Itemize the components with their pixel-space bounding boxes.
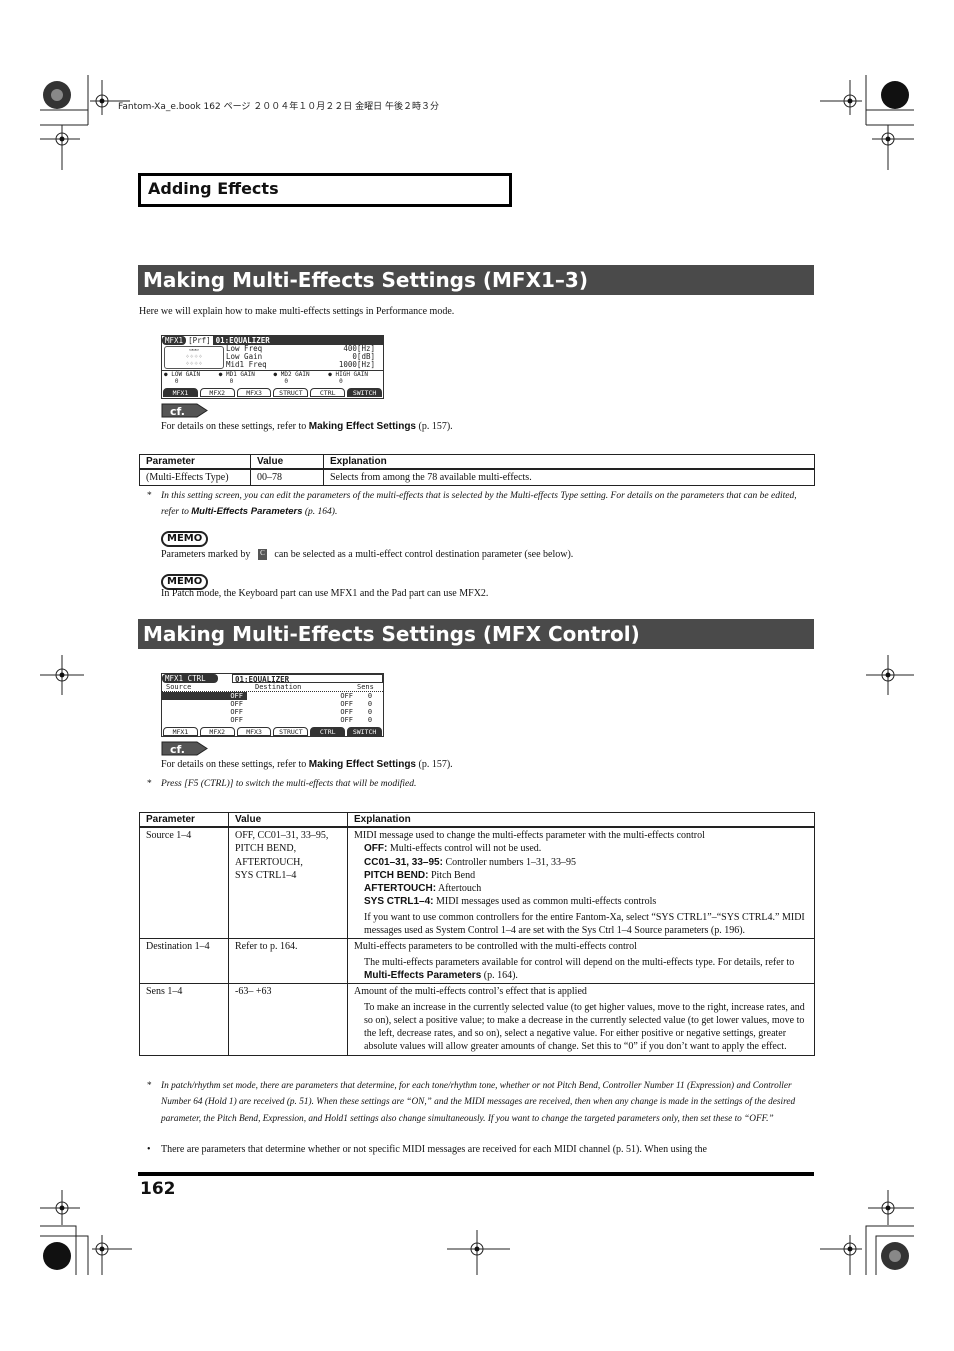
col-header-value: Value — [228, 812, 348, 828]
table-row-source: Source 1–4 OFF, CC01–31, 33–95, PITCH BEN… — [139, 826, 815, 940]
reference-text: For details on these settings, refer to … — [161, 421, 453, 432]
crosshair-icon — [820, 1235, 862, 1275]
knob-md2-gain: ● MD2 GAIN 0 — [273, 371, 310, 385]
lcd-tab-mfx1: MFX1 — [163, 388, 198, 397]
table-row-sens: Sens 1–4 -63– +63 Amount of the multi-ef… — [139, 983, 815, 1056]
lcd-tab-struct: STRUCT — [273, 388, 309, 397]
lcd-tab-switch: SWITCH — [347, 388, 382, 397]
crosshair-icon — [40, 1190, 80, 1225]
screen-note: * In this setting screen, you can edit th… — [147, 491, 797, 517]
knob-high-gain: ● HIGH GAIN 0 — [328, 371, 368, 385]
eq-graphic-icon: ▭▭▭ ⁘⁘⁘⁘ ⁘⁘⁘⁘ — [164, 346, 224, 369]
lcd-tag: MFX1 CTRL — [162, 674, 218, 683]
crosshair-icon — [868, 1190, 914, 1225]
knob-low-gain: ● LOW GAIN 0 — [164, 371, 201, 385]
lcd-screen-ctrl: MFX1 CTRL 01:EQUALIZER Source Destinatio… — [161, 673, 384, 737]
registration-target-icon — [881, 81, 909, 109]
control-mark-icon: C — [257, 549, 267, 561]
section-title-mfx-control: Making Multi-Effects Settings (MFX Contr… — [138, 619, 814, 649]
lcd-tab-mfx3: MFX3 — [236, 388, 272, 397]
crosshair-icon — [92, 1235, 132, 1275]
lcd-col-destination: Destination — [255, 683, 302, 691]
lcd-tab-mfx2: MFX2 — [199, 388, 235, 397]
crosshair-icon — [866, 655, 914, 695]
crosshair-icon — [872, 125, 914, 170]
bullet-text: • There are parameters that determine whe… — [147, 1144, 707, 1155]
reference-text: For details on these settings, refer to … — [161, 759, 453, 770]
receive-footnote: * In patch/rhythm set mode, there are par… — [147, 1081, 796, 1124]
footer-rule — [138, 1172, 814, 1176]
lcd-col-source: Source — [166, 683, 192, 691]
lcd-tab-ctrl: CTRL — [310, 727, 346, 736]
lcd-tab-ctrl: CTRL — [310, 388, 346, 397]
lcd-tag: MFX1 — [162, 336, 187, 345]
col-header-value: Value — [250, 454, 324, 470]
control-param-table: Parameter Value Explanation Source 1–4 O… — [139, 812, 815, 1056]
table-row: (Multi-Effects Type) 00–78 Selects from … — [139, 468, 815, 487]
lcd-ctrl-row: OFF OFF 0 — [230, 700, 373, 708]
memo-icon: MEMO — [161, 531, 209, 547]
col-header-parameter: Parameter — [139, 812, 229, 828]
chapter-title: Adding Effects — [148, 179, 279, 198]
svg-text:cf.: cf. — [170, 405, 185, 418]
cf-icon: cf. — [161, 741, 209, 761]
lcd-tab-mfx3: MFX3 — [236, 727, 272, 736]
lcd-effect: 01:EQUALIZER — [232, 674, 383, 684]
lcd-tab-mfx1: MFX1 — [163, 727, 198, 736]
knob-md1-gain: ● MD1 GAIN 0 — [218, 371, 255, 385]
col-header-explanation: Explanation — [323, 454, 815, 470]
intro-text: Here we will explain how to make multi-e… — [139, 306, 455, 317]
lcd-col-sens: Sens — [357, 683, 374, 691]
registration-target-icon — [43, 1242, 71, 1270]
cf-icon: cf. — [161, 403, 209, 423]
lcd-ctrl-row: OFF OFF 0 — [162, 692, 383, 700]
memo-text-1: Parameters marked by C can be selected a… — [161, 549, 574, 561]
lcd-param-row: Mid1 Freq 1000[Hz] — [226, 360, 375, 369]
section-title-mfx: Making Multi-Effects Settings (MFX1–3) — [138, 265, 814, 295]
lcd-screen-mfx: MFX1 [Prf] 01:EQUALIZER ▭▭▭ ⁘⁘⁘⁘ ⁘⁘⁘⁘ Low … — [161, 335, 384, 399]
print-header: Fantom-Xa_e.book 162 ページ ２００４年１０月２２日 金曜日… — [118, 102, 439, 112]
chapter-box: Adding Effects — [138, 173, 512, 207]
table-row-destination: Destination 1–4 Refer to p. 164. Multi-e… — [139, 938, 815, 985]
lcd-tab-switch: SWITCH — [347, 727, 382, 736]
memo-text-2: In Patch mode, the Keyboard part can use… — [161, 588, 489, 599]
type-param-table: Parameter Value Explanation (Multi-Effec… — [139, 454, 815, 487]
crosshair-icon — [447, 1230, 510, 1275]
crosshair-icon — [40, 125, 80, 170]
lcd-ctrl-row: OFF OFF 0 — [230, 708, 373, 716]
crosshair-icon — [40, 655, 84, 695]
svg-text:cf.: cf. — [170, 743, 185, 756]
col-header-parameter: Parameter — [139, 454, 251, 470]
lcd-mode: [Prf] — [188, 336, 211, 345]
crosshair-icon — [820, 80, 862, 115]
lcd-ctrl-row: OFF OFF 0 — [230, 716, 373, 724]
lcd-tab-mfx2: MFX2 — [199, 727, 235, 736]
page-number: 162 — [140, 1179, 176, 1199]
press-note: * Press [F5 (CTRL)] to switch the multi-e… — [147, 779, 417, 789]
col-header-explanation: Explanation — [347, 812, 815, 828]
lcd-tab-struct: STRUCT — [273, 727, 309, 736]
